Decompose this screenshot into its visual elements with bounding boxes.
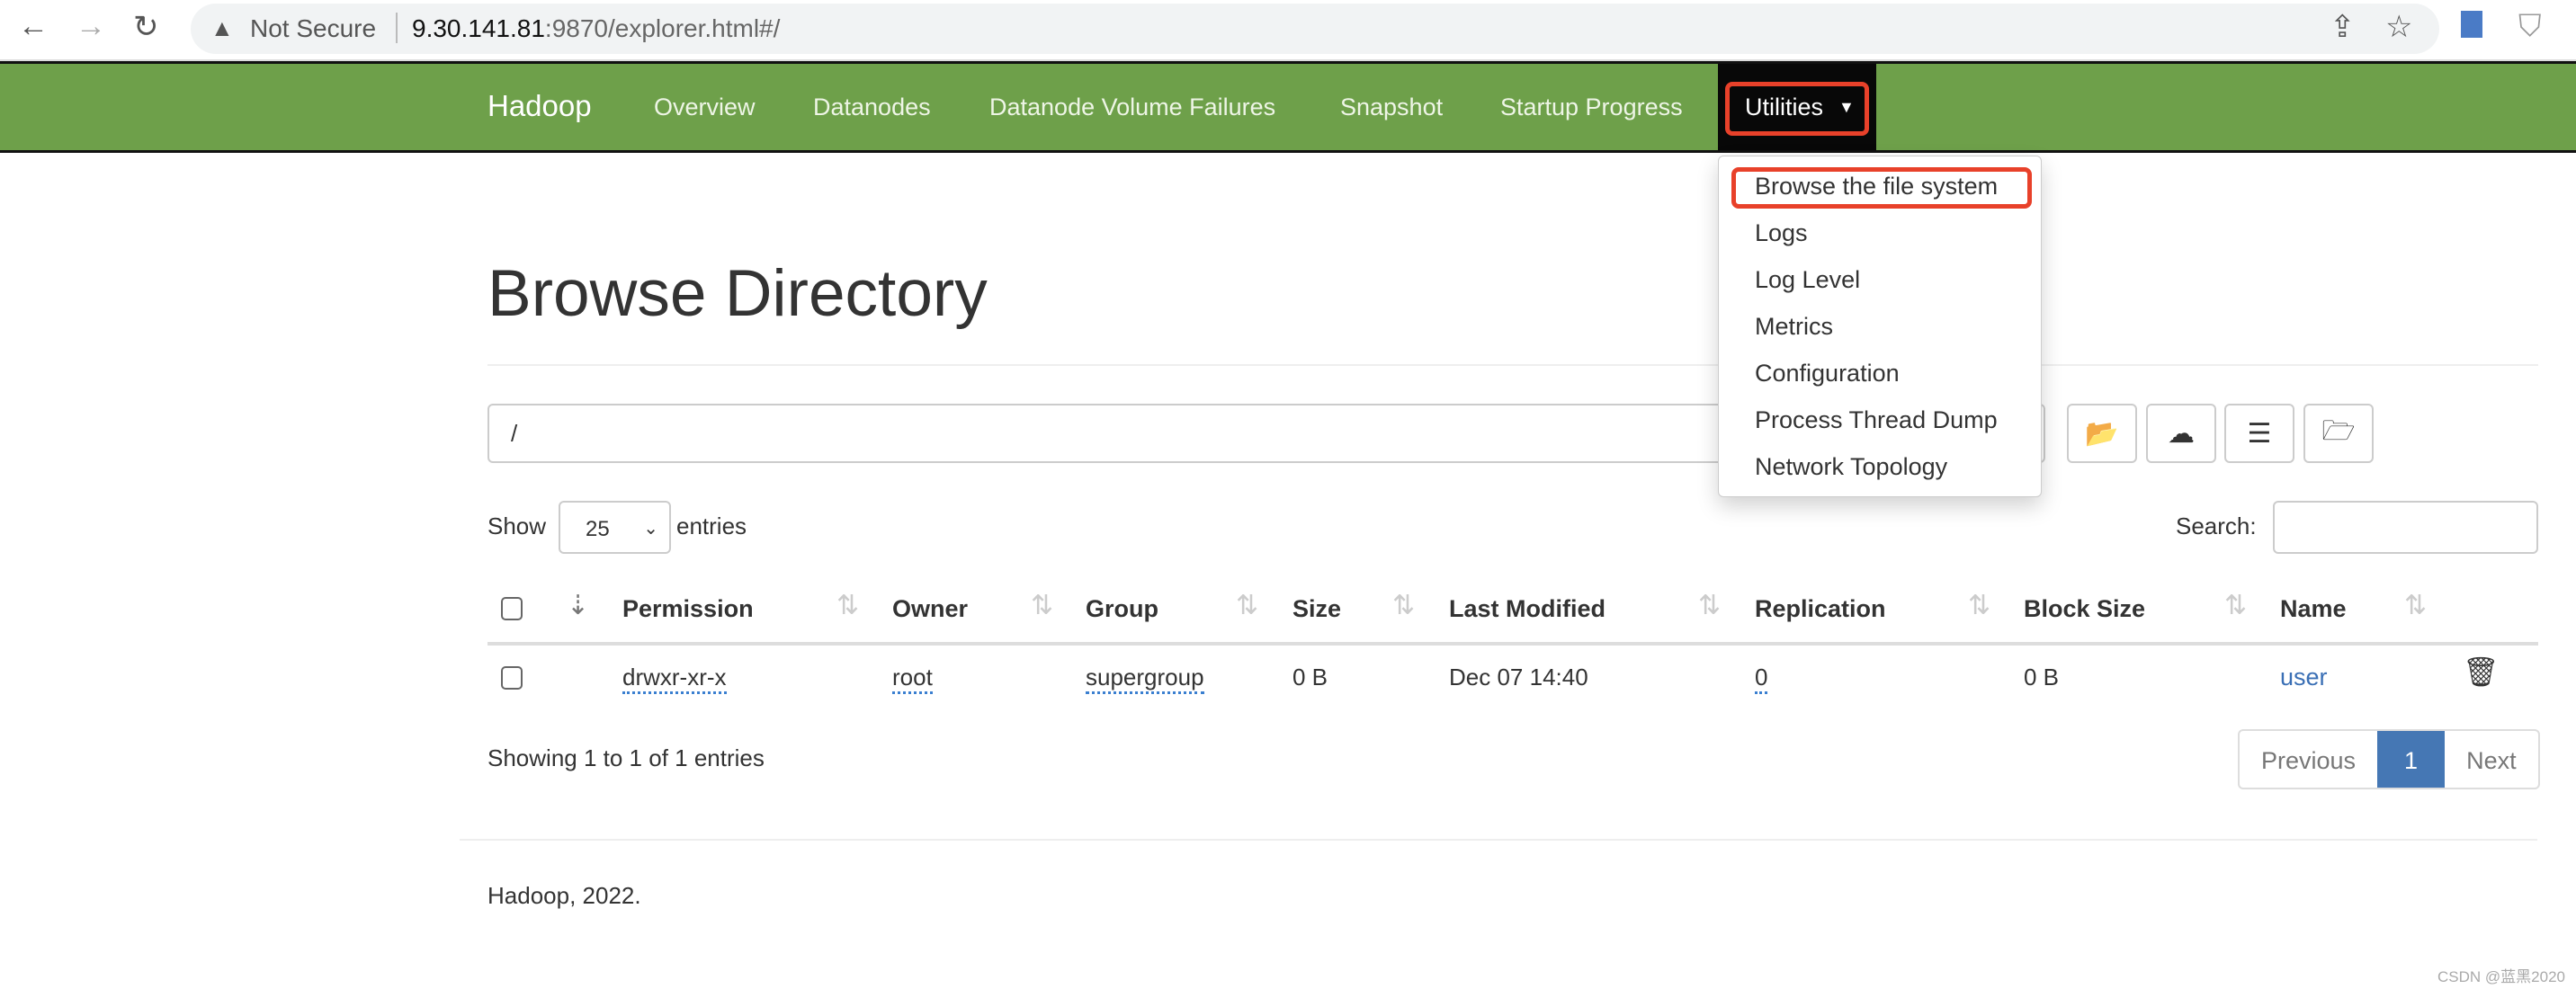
cell-block-size: 0 B <box>2024 664 2060 691</box>
header-block-size[interactable]: Block Size <box>2024 595 2145 623</box>
nav-datanodes[interactable]: Datanodes <box>813 94 931 121</box>
url-host: 9.30.141.81 <box>412 14 545 42</box>
menu-configuration[interactable]: Configuration <box>1755 360 1900 388</box>
menu-log-level[interactable]: Log Level <box>1755 266 1860 294</box>
cell-permission[interactable]: drwxr-xr-x <box>622 664 727 694</box>
page-1-button[interactable]: 1 <box>2377 731 2446 788</box>
utilities-menu: Browse the file system Logs Log Level Me… <box>1718 156 2042 497</box>
extension-icon[interactable] <box>2461 11 2482 38</box>
show-label: Show <box>487 512 547 539</box>
pagination: Previous 1 Next <box>2238 729 2540 789</box>
menu-network-topology[interactable]: Network Topology <box>1755 453 1947 481</box>
select-all-checkbox[interactable] <box>501 597 523 620</box>
navbar: Hadoop Overview Datanodes Datanode Volum… <box>0 61 2576 153</box>
previous-button[interactable]: Previous <box>2240 731 2377 788</box>
nav-utilities[interactable]: Utilities ▼ <box>1718 64 1876 150</box>
header-name[interactable]: Name <box>2280 595 2347 623</box>
sort-icon[interactable]: ⇅ <box>1968 590 1990 621</box>
trash-icon[interactable]: 🗑 <box>2463 655 2500 689</box>
url-path: :9870/explorer.html#/ <box>544 14 781 42</box>
nav-overview[interactable]: Overview <box>654 94 756 121</box>
sort-icon[interactable]: ⇅ <box>1698 590 1721 621</box>
row-checkbox[interactable] <box>501 666 523 690</box>
upload-button[interactable]: ☁ <box>2146 404 2216 463</box>
sort-icon[interactable]: ⇅ <box>2404 590 2427 621</box>
sort-icon[interactable]: ⇅ <box>1392 590 1415 621</box>
cell-size: 0 B <box>1292 664 1328 691</box>
share-icon[interactable]: ⇪ <box>2330 9 2356 45</box>
list-button[interactable]: ☰ <box>2224 404 2294 463</box>
cell-group[interactable]: supergroup <box>1086 664 1204 694</box>
cell-name-link[interactable]: user <box>2280 664 2328 691</box>
header-group[interactable]: Group <box>1086 595 1158 623</box>
folder-open-icon: 📂 <box>2085 418 2119 449</box>
star-icon[interactable]: ☆ <box>2385 9 2412 45</box>
entries-label: entries <box>676 512 747 539</box>
browser-toolbar: ← → ↻ ▲ Not Secure 9.30.141.81:9870/expl… <box>0 0 2576 61</box>
nav-volume-failures[interactable]: Datanode Volume Failures <box>989 94 1275 121</box>
sort-icon[interactable]: ⇅ <box>1236 590 1258 621</box>
page-size-value: 25 <box>586 517 610 541</box>
next-button[interactable]: Next <box>2445 731 2538 788</box>
security-label: Not Secure <box>250 14 377 42</box>
sort-asc-icon[interactable]: ⇣ <box>567 590 589 621</box>
header-owner[interactable]: Owner <box>892 595 968 623</box>
header-permission[interactable]: Permission <box>622 595 754 623</box>
cell-modified: Dec 07 14:40 <box>1449 664 1588 691</box>
page-size-select[interactable]: 25 ⌄ <box>559 501 671 554</box>
menu-metrics[interactable]: Metrics <box>1755 313 1833 341</box>
url: 9.30.141.81:9870/explorer.html#/ <box>412 14 780 43</box>
menu-browse-file-system[interactable]: Browse the file system <box>1755 173 1998 200</box>
header-size[interactable]: Size <box>1292 595 1341 623</box>
menu-logs[interactable]: Logs <box>1755 219 1808 247</box>
divider <box>487 364 2538 366</box>
address-bar[interactable]: ▲ Not Secure 9.30.141.81:9870/explorer.h… <box>191 4 2439 54</box>
watermark: CSDN @蓝黑2020 <box>2437 968 2565 985</box>
footer-divider <box>460 839 2537 841</box>
brand[interactable]: Hadoop <box>487 89 592 123</box>
sort-icon[interactable]: ⇅ <box>1031 590 1053 621</box>
footer-text: Hadoop, 2022. <box>487 882 641 909</box>
reload-icon[interactable]: ↻ <box>133 9 159 45</box>
chevron-down-icon: ⌄ <box>643 519 658 539</box>
header-last-modified[interactable]: Last Modified <box>1449 595 1606 623</box>
divider <box>396 13 398 43</box>
search-label: Search: <box>2176 512 2257 539</box>
menu-thread-dump[interactable]: Process Thread Dump <box>1755 406 1998 434</box>
page-title: Browse Directory <box>487 257 988 330</box>
nav-startup-progress[interactable]: Startup Progress <box>1500 94 1683 121</box>
forward-icon[interactable]: → <box>76 9 106 44</box>
warning-icon: ▲ <box>210 14 234 41</box>
header-replication[interactable]: Replication <box>1755 595 1886 623</box>
shield-extension-icon[interactable]: ⛉ <box>2518 9 2542 44</box>
header-divider <box>487 642 2538 646</box>
folder-plus-icon: 🗁 <box>2321 415 2356 446</box>
sort-icon[interactable]: ⇅ <box>836 590 859 621</box>
go-button[interactable]: 📂 <box>2067 404 2137 463</box>
highlight-box <box>1725 82 1869 136</box>
search-input[interactable] <box>2273 501 2538 554</box>
cell-replication[interactable]: 0 <box>1755 664 1768 694</box>
sort-icon[interactable]: ⇅ <box>2224 590 2247 621</box>
nav-snapshot[interactable]: Snapshot <box>1340 94 1443 121</box>
cloud-upload-icon: ☁ <box>2168 418 2195 449</box>
create-directory-button[interactable]: 🗁 <box>2303 404 2374 463</box>
list-icon: ☰ <box>2247 418 2272 449</box>
back-icon[interactable]: ← <box>18 9 49 44</box>
cell-owner[interactable]: root <box>892 664 933 694</box>
table-info: Showing 1 to 1 of 1 entries <box>487 744 765 771</box>
